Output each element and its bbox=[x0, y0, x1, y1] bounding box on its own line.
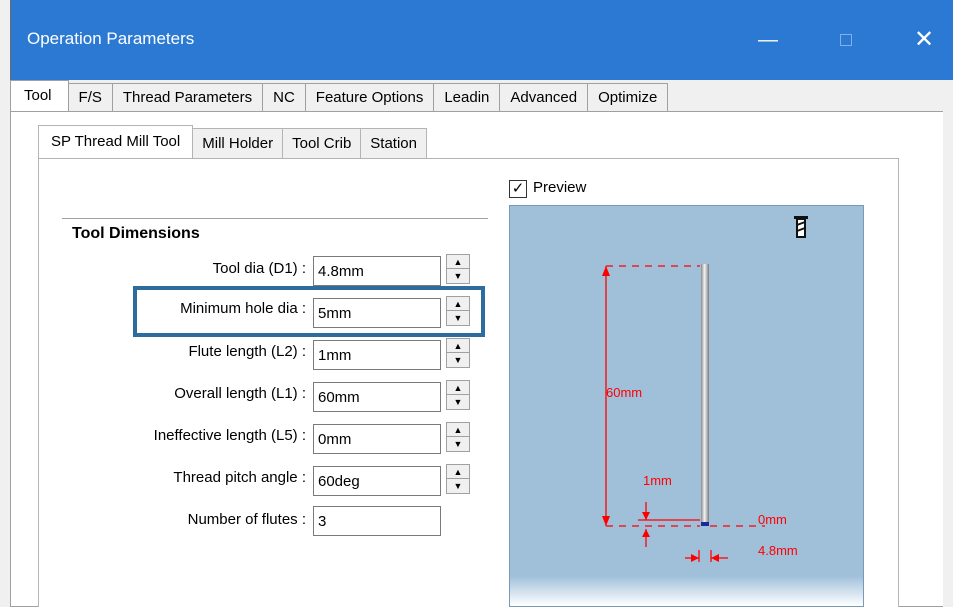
row-flute-length: Flute length (L2) : bbox=[0, 337, 306, 369]
dim-ineffective-length: 0mm bbox=[758, 512, 787, 527]
tab-tool-crib[interactable]: Tool Crib bbox=[282, 128, 362, 158]
spin-down-icon[interactable]: ▼ bbox=[447, 269, 469, 283]
tab-thread-parameters[interactable]: Thread Parameters bbox=[111, 83, 264, 111]
sub-tab-strip: SP Thread Mill Tool Mill Holder Tool Cri… bbox=[38, 125, 427, 158]
top-tab-strip: Tool F/S Thread Parameters NC Feature Op… bbox=[10, 80, 669, 111]
row-tool-dia: Tool dia (D1) : bbox=[0, 254, 306, 286]
overall-length-label: Overall length (L1) : bbox=[174, 385, 306, 402]
row-number-of-flutes: Number of flutes : bbox=[0, 505, 306, 537]
tab-fs[interactable]: F/S bbox=[67, 83, 113, 111]
tab-leadin[interactable]: Leadin bbox=[433, 83, 501, 111]
group-title-tool-dimensions: Tool Dimensions bbox=[72, 225, 200, 242]
overall-length-input[interactable]: 60mm bbox=[313, 382, 441, 412]
window-title: Operation Parameters bbox=[27, 29, 195, 48]
tool-dia-label: Tool dia (D1) : bbox=[212, 260, 306, 277]
spin-down-icon[interactable]: ▼ bbox=[447, 479, 469, 493]
dim-flute-length: 1mm bbox=[643, 473, 672, 488]
title-bar: Operation Parameters — ✕ bbox=[11, 0, 953, 80]
tool-preview-canvas: 60mm 1mm 0mm 4.8mm bbox=[509, 205, 864, 607]
minimize-icon: — bbox=[758, 29, 778, 51]
dim-overall-length: 60mm bbox=[606, 385, 642, 400]
spin-down-icon[interactable]: ▼ bbox=[447, 395, 469, 409]
tab-advanced[interactable]: Advanced bbox=[499, 83, 589, 111]
thread-pitch-angle-input[interactable]: 60deg bbox=[313, 466, 441, 496]
preview-checkbox[interactable]: ✓ bbox=[509, 180, 527, 198]
thread-mill-icon bbox=[794, 216, 808, 238]
tab-nc[interactable]: NC bbox=[262, 83, 306, 111]
close-button[interactable]: ✕ bbox=[901, 22, 947, 58]
tab-sp-thread-mill-tool[interactable]: SP Thread Mill Tool bbox=[38, 125, 194, 158]
tab-station[interactable]: Station bbox=[360, 128, 427, 158]
tool-tip bbox=[701, 522, 709, 526]
number-of-flutes-input[interactable]: 3 bbox=[313, 506, 441, 536]
group-divider bbox=[62, 218, 488, 219]
overall-length-spinner[interactable]: ▲ ▼ bbox=[446, 380, 470, 410]
row-thread-pitch-angle: Thread pitch angle : bbox=[0, 463, 306, 495]
tab-feature-options[interactable]: Feature Options bbox=[304, 83, 435, 111]
spin-up-icon[interactable]: ▲ bbox=[447, 465, 469, 479]
ineffective-length-label: Ineffective length (L5) : bbox=[153, 427, 306, 444]
flute-length-spinner[interactable]: ▲ ▼ bbox=[446, 338, 470, 368]
dimension-lines bbox=[605, 265, 765, 562]
thread-pitch-angle-spinner[interactable]: ▲ ▼ bbox=[446, 464, 470, 494]
flute-length-label: Flute length (L2) : bbox=[188, 343, 306, 360]
minimize-button[interactable]: — bbox=[745, 22, 791, 58]
tool-drawing: 60mm 1mm 0mm 4.8mm bbox=[602, 216, 808, 562]
dim-tool-diameter: 4.8mm bbox=[758, 543, 798, 558]
maximize-button bbox=[823, 22, 869, 58]
tab-mill-holder[interactable]: Mill Holder bbox=[192, 128, 284, 158]
preview-label[interactable]: Preview bbox=[533, 179, 586, 196]
row-overall-length: Overall length (L1) : bbox=[0, 379, 306, 411]
tool-shank bbox=[701, 264, 709, 526]
row-ineffective-length: Ineffective length (L5) : bbox=[0, 421, 306, 453]
checkmark-icon: ✓ bbox=[511, 180, 525, 197]
spin-up-icon[interactable]: ▲ bbox=[447, 423, 469, 437]
maximize-icon bbox=[840, 34, 852, 46]
spin-up-icon[interactable]: ▲ bbox=[447, 381, 469, 395]
tab-optimize[interactable]: Optimize bbox=[587, 83, 669, 111]
spin-up-icon[interactable]: ▲ bbox=[447, 339, 469, 353]
number-of-flutes-label: Number of flutes : bbox=[187, 511, 306, 528]
tab-tool[interactable]: Tool bbox=[10, 80, 69, 111]
tool-dia-input[interactable]: 4.8mm bbox=[313, 256, 441, 286]
spin-down-icon[interactable]: ▼ bbox=[447, 437, 469, 451]
preview-fade bbox=[510, 576, 863, 606]
flute-length-input[interactable]: 1mm bbox=[313, 340, 441, 370]
close-icon: ✕ bbox=[913, 26, 935, 53]
spin-down-icon[interactable]: ▼ bbox=[447, 353, 469, 367]
ineffective-length-input[interactable]: 0mm bbox=[313, 424, 441, 454]
spin-up-icon[interactable]: ▲ bbox=[447, 255, 469, 269]
ineffective-length-spinner[interactable]: ▲ ▼ bbox=[446, 422, 470, 452]
tool-dia-spinner[interactable]: ▲ ▼ bbox=[446, 254, 470, 284]
thread-pitch-angle-label: Thread pitch angle : bbox=[173, 469, 306, 486]
highlight-box bbox=[133, 286, 485, 337]
